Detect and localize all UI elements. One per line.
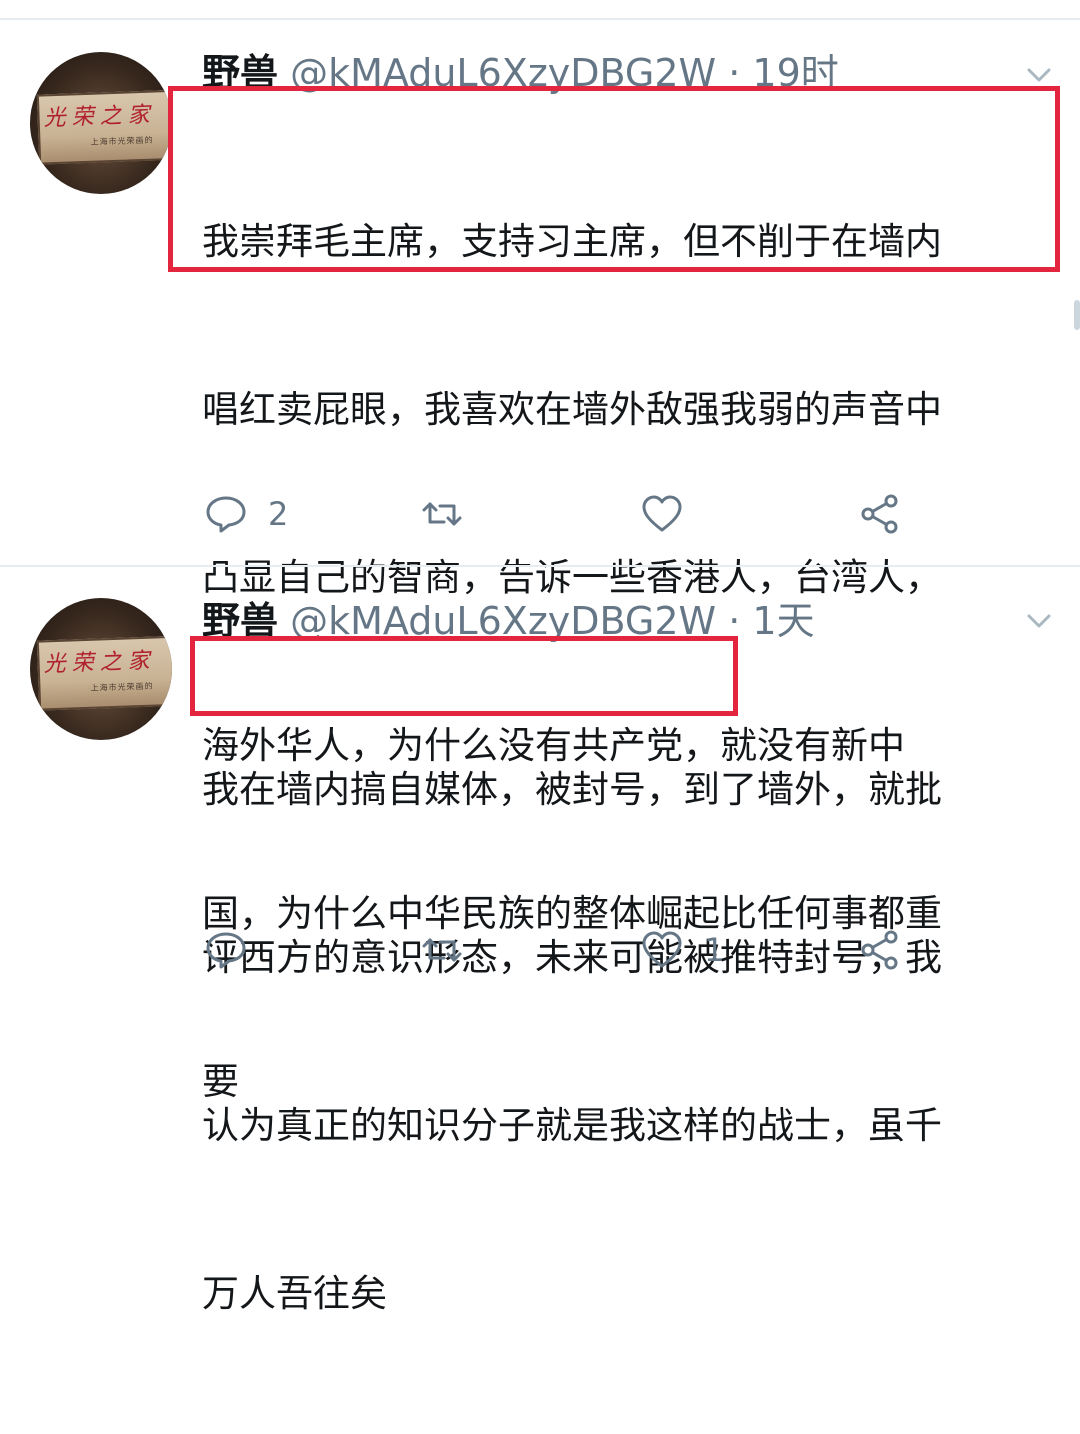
retweet-button[interactable] (420, 920, 484, 980)
tweet-text-line: 我在墙内搞自媒体，被封号，到了墙外，就批 (202, 768, 942, 811)
avatar-plaque-subtext: 上海市光荣画的 (90, 681, 154, 693)
tweet-header: 野兽 @kMAduL6XzyDBG2W · 19时 (202, 48, 839, 98)
tweet-text-line: 万人吾往矣 (202, 1272, 387, 1315)
share-button[interactable] (858, 920, 902, 980)
like-icon (642, 495, 682, 532)
user-handle[interactable]: @kMAduL6XzyDBG2W (290, 599, 716, 643)
tweet-text-line: 唱红卖屁眼，我喜欢在墙外敌强我弱的声音中 (202, 388, 942, 431)
display-name[interactable]: 野兽 (202, 599, 278, 643)
reply-button[interactable]: 2 (204, 484, 288, 544)
retweet-icon (422, 938, 462, 962)
separator-dot: · (728, 51, 741, 95)
like-icon (642, 931, 682, 968)
top-divider (0, 18, 1080, 20)
timestamp[interactable]: 19时 (752, 51, 838, 95)
avatar[interactable]: 光荣之家 上海市光荣画的 (30, 52, 172, 194)
chevron-down-icon[interactable] (1026, 608, 1052, 634)
avatar[interactable]: 光荣之家 上海市光荣画的 (30, 598, 172, 740)
tweet-text-line: 认为真正的知识分子就是我这样的战士，虽千 (202, 1104, 942, 1147)
share-icon (861, 930, 898, 970)
reply-button[interactable] (204, 920, 268, 980)
tweet-text-line: 我崇拜毛主席，支持习主席，但不削于在墙内 (202, 220, 942, 263)
scrollbar[interactable] (1074, 300, 1080, 330)
avatar-plaque-text: 光荣之家 (43, 102, 157, 132)
like-count: 1 (704, 931, 725, 969)
tweet-actions: 2 (0, 484, 1080, 544)
user-handle[interactable]: @kMAduL6XzyDBG2W (290, 51, 716, 95)
reply-icon (206, 496, 246, 533)
share-button[interactable] (858, 484, 902, 544)
tweet-text: 我在墙内搞自媒体，被封号，到了墙外，就批 评西方的意识形态，未来可能被推特封号，… (202, 650, 1052, 1434)
avatar-plaque: 光荣之家 上海市光荣画的 (36, 89, 172, 165)
share-icon (861, 494, 898, 534)
tweet-divider (0, 565, 1080, 567)
avatar-plaque-subtext: 上海市光荣画的 (90, 135, 154, 147)
retweet-button[interactable] (420, 484, 484, 544)
separator-dot: · (728, 599, 741, 643)
like-button[interactable]: 1 (640, 920, 724, 980)
retweet-icon (422, 502, 462, 526)
reply-icon (206, 932, 246, 969)
tweet-actions: 1 (0, 920, 1080, 980)
tweet-header: 野兽 @kMAduL6XzyDBG2W · 1天 (202, 596, 815, 646)
display-name[interactable]: 野兽 (202, 51, 278, 95)
reply-count: 2 (268, 495, 289, 533)
timestamp[interactable]: 1天 (752, 599, 814, 643)
avatar-plaque-text: 光荣之家 (43, 648, 157, 678)
avatar-plaque: 光荣之家 上海市光荣画的 (36, 635, 172, 711)
chevron-down-icon[interactable] (1026, 62, 1052, 88)
like-button[interactable] (640, 484, 704, 544)
